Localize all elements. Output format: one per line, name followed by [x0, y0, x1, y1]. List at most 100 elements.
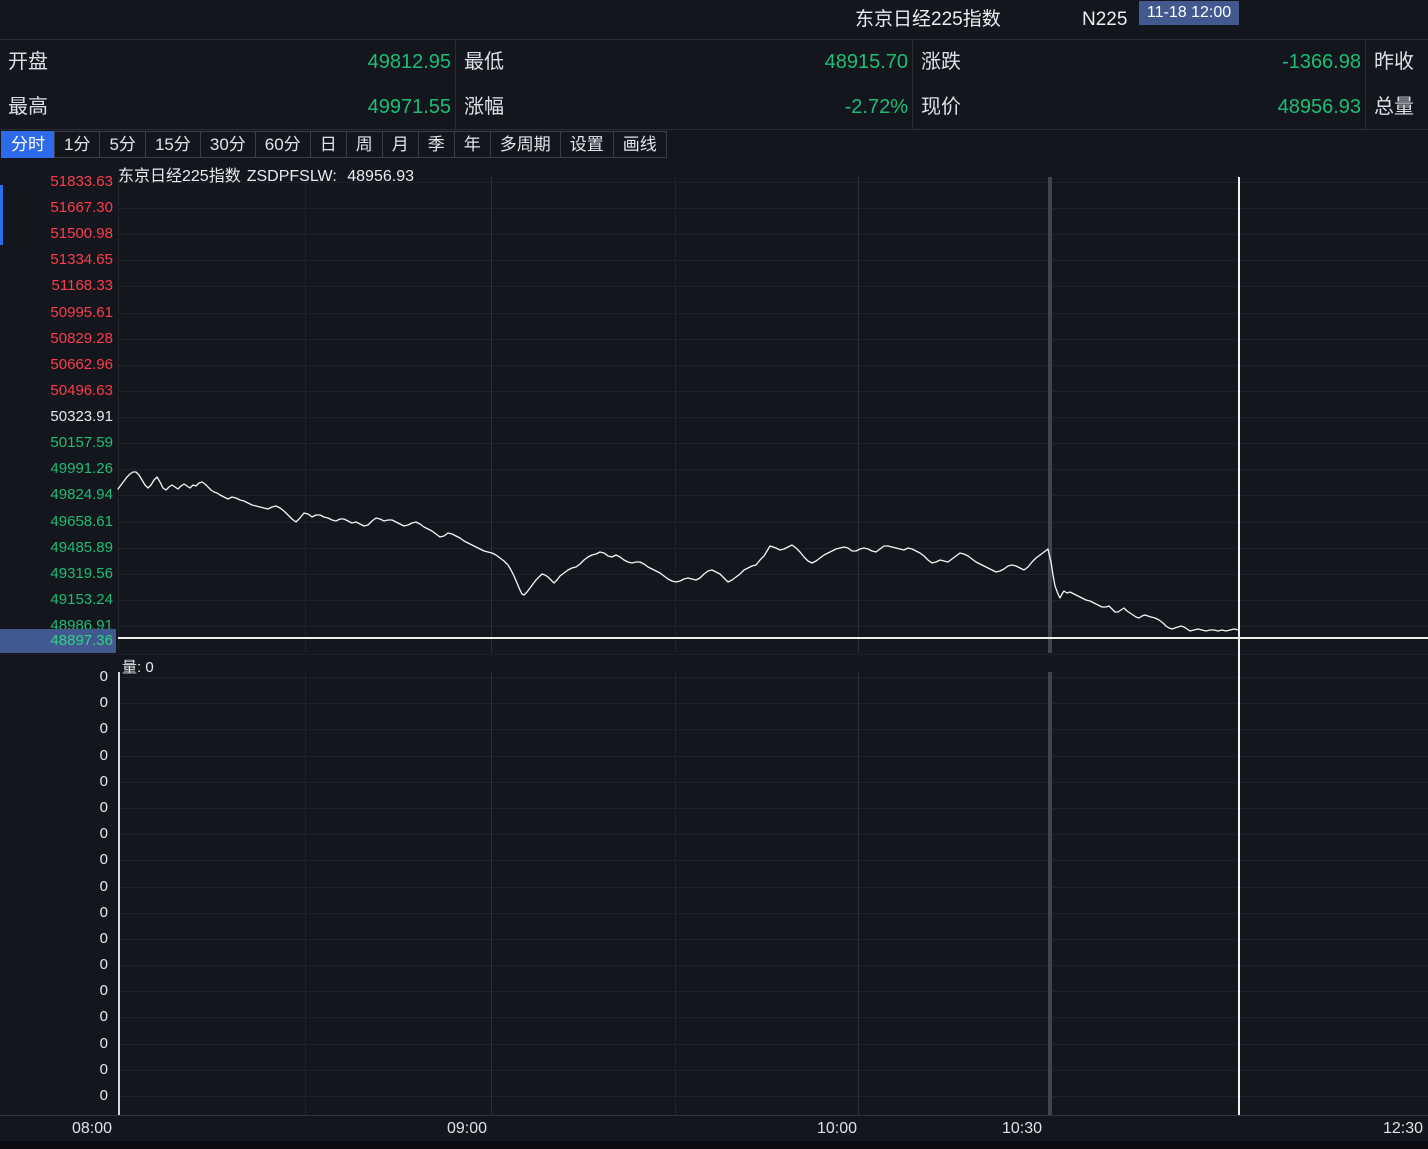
- price-tick-label: 50496.63: [0, 381, 113, 401]
- volume-gridline-h: [118, 677, 1428, 678]
- volume-tick-label: 0: [0, 877, 108, 897]
- price-tick-label: 51500.98: [0, 224, 113, 244]
- volume-gridline-h: [118, 991, 1428, 992]
- price-gridline-h: [118, 234, 1428, 235]
- tab-月[interactable]: 月: [382, 131, 419, 158]
- quote-cell-current: 现价 48956.93: [912, 85, 1365, 130]
- volume-gridline-h: [118, 1044, 1428, 1045]
- price-gridline-h: [118, 600, 1428, 601]
- tab-15分[interactable]: 15分: [145, 131, 201, 158]
- price-tick-label: 49658.61: [0, 512, 113, 532]
- time-tick-label: 09:00: [447, 1116, 487, 1142]
- volume-tick-label: 0: [0, 955, 108, 975]
- tab-季[interactable]: 季: [418, 131, 455, 158]
- current-price-value: 48956.93: [1278, 85, 1361, 130]
- volume-gridline-h: [118, 703, 1428, 704]
- prev-close-label: 昨收: [1374, 40, 1414, 85]
- volume-tick-label: 0: [0, 746, 108, 766]
- price-tick-label: 50662.96: [0, 355, 113, 375]
- tab-周[interactable]: 周: [346, 131, 383, 158]
- instrument-title: 东京日经225指数: [855, 0, 1001, 40]
- tab-分时[interactable]: 分时: [1, 131, 55, 158]
- price-gridline-h: [118, 260, 1428, 261]
- volume-tick-label: 0: [0, 1086, 108, 1106]
- volume-gridline-h: [118, 965, 1428, 966]
- chart-legend-code: ZSDPFSLW:: [247, 168, 337, 185]
- open-value: 49812.95: [368, 40, 451, 85]
- volume-tick-label: 0: [0, 798, 108, 818]
- quote-cell-low: 最低 48915.70: [455, 40, 912, 85]
- instrument-symbol: N225: [1082, 0, 1127, 40]
- tab-30分[interactable]: 30分: [200, 131, 256, 158]
- volume-gridline-h: [118, 729, 1428, 730]
- time-gridline-dotted: [675, 672, 676, 1115]
- price-gridline-h: [118, 286, 1428, 287]
- time-gridline-solid: [491, 177, 492, 653]
- left-scroll-indicator[interactable]: [0, 185, 3, 245]
- tab-5分[interactable]: 5分: [99, 131, 145, 158]
- current-time-axis-tag: 11-18 12:00: [1139, 1, 1239, 25]
- volume-gridline-h: [118, 913, 1428, 914]
- volume-tick-label: 0: [0, 667, 108, 687]
- total-volume-label: 总量: [1374, 85, 1414, 130]
- price-gridline-h: [118, 443, 1428, 444]
- price-gridline-h: [118, 365, 1428, 366]
- volume-gridline-h: [118, 1017, 1428, 1018]
- pane-divider: [0, 654, 1428, 655]
- volume-legend: 量: 0: [122, 656, 154, 677]
- quote-row-1: 开盘 49812.95 最低 48915.70 涨跌 -1366.98 昨收: [0, 40, 1428, 85]
- trading-app-window: 东京日经225指数 N225 开盘 49812.95 最低 48915.70 涨…: [0, 0, 1428, 1149]
- volume-gridline-h: [118, 887, 1428, 888]
- chart-legend-value: 48956.93: [347, 168, 414, 185]
- low-value: 48915.70: [825, 40, 908, 85]
- quote-cell-open: 开盘 49812.95: [0, 40, 455, 85]
- volume-tick-label: 0: [0, 693, 108, 713]
- price-pane-left-border: [118, 177, 119, 653]
- period-tab-bar: 分时1分5分15分30分60分日周月季年多周期设置画线: [2, 131, 667, 158]
- price-tick-label: 50323.91: [0, 407, 113, 427]
- tab-设置[interactable]: 设置: [560, 131, 614, 158]
- time-x-axis: 08:0009:0010:0010:3012:30: [0, 1115, 1428, 1141]
- bottom-strip: [0, 1141, 1428, 1149]
- volume-axis-line: [118, 672, 120, 1115]
- price-tick-label: 51833.63: [0, 172, 113, 192]
- volume-gridline-h: [118, 808, 1428, 809]
- change-pct-label: 涨幅: [464, 85, 504, 130]
- quote-row-2: 最高 49971.55 涨幅 -2.72% 现价 48956.93 总量: [0, 85, 1428, 130]
- time-tick-label: 08:00: [72, 1116, 112, 1142]
- price-gridline-h: [118, 417, 1428, 418]
- volume-gridline-h: [118, 939, 1428, 940]
- current-time-line: [1238, 177, 1240, 1118]
- price-tick-label: 49991.26: [0, 459, 113, 479]
- volume-tick-label: 0: [0, 772, 108, 792]
- tab-多周期[interactable]: 多周期: [490, 131, 561, 158]
- volume-tick-label: 0: [0, 981, 108, 1001]
- tab-1分[interactable]: 1分: [54, 131, 100, 158]
- price-gridline-h: [118, 574, 1428, 575]
- quote-cell-change: 涨跌 -1366.98: [912, 40, 1365, 85]
- price-tick-label: 50829.28: [0, 329, 113, 349]
- tab-年[interactable]: 年: [454, 131, 491, 158]
- price-gridline-h: [118, 469, 1428, 470]
- price-gridline-h: [118, 313, 1428, 314]
- price-tick-label: 49485.89: [0, 538, 113, 558]
- tab-60分[interactable]: 60分: [255, 131, 311, 158]
- price-tick-label: 51667.30: [0, 198, 113, 218]
- current-price-label: 现价: [921, 85, 961, 130]
- quote-cell-volume: 总量: [1365, 85, 1428, 130]
- high-label: 最高: [8, 85, 48, 130]
- time-gridline-band: [1048, 672, 1052, 1115]
- price-tick-label: 49319.56: [0, 564, 113, 584]
- time-gridline-band: [1048, 177, 1052, 653]
- volume-tick-label: 0: [0, 929, 108, 949]
- change-value: -1366.98: [1282, 40, 1361, 85]
- quote-cell-high: 最高 49971.55: [0, 85, 455, 130]
- price-gridline-h: [118, 339, 1428, 340]
- volume-gridline-h: [118, 834, 1428, 835]
- tab-日[interactable]: 日: [310, 131, 347, 158]
- tab-画线[interactable]: 画线: [613, 131, 667, 158]
- quote-cell-change-pct: 涨幅 -2.72%: [455, 85, 912, 130]
- volume-tick-label: 0: [0, 824, 108, 844]
- price-gridline-h: [118, 548, 1428, 549]
- open-label: 开盘: [8, 40, 48, 85]
